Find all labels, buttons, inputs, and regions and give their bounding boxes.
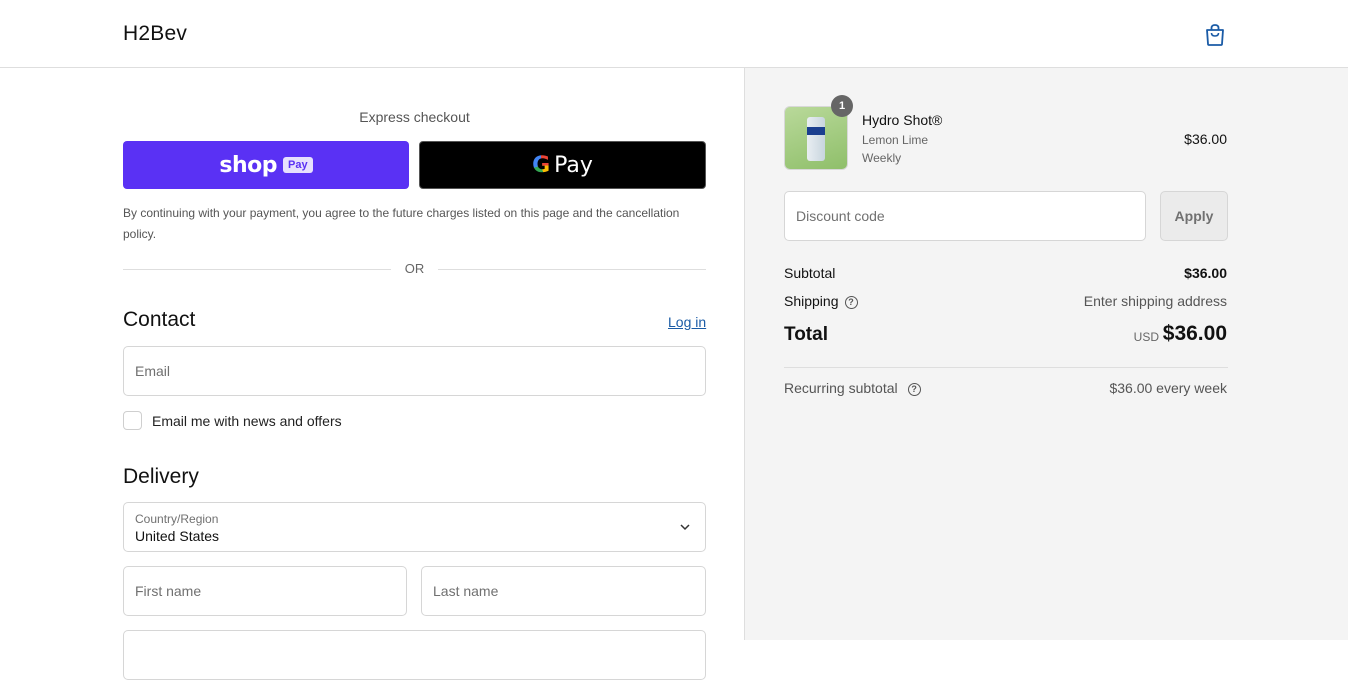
google-g-icon: G bbox=[532, 152, 551, 178]
chevron-down-icon bbox=[680, 524, 690, 531]
first-name-field[interactable] bbox=[123, 566, 407, 616]
total-value: $36.00 bbox=[1162, 322, 1227, 345]
express-checkout-label: Express checkout bbox=[359, 109, 470, 125]
shop-pay-badge: Pay bbox=[283, 157, 313, 173]
log-in-link[interactable]: Log in bbox=[668, 314, 706, 330]
email-field[interactable] bbox=[123, 346, 706, 396]
newsletter-checkbox[interactable] bbox=[123, 411, 142, 430]
total-label: Total bbox=[784, 324, 828, 345]
quantity-badge: 1 bbox=[831, 95, 853, 117]
total-currency: USD bbox=[1133, 330, 1159, 344]
shipping-help-icon[interactable]: ? bbox=[844, 295, 858, 309]
divider-line-right bbox=[438, 269, 706, 270]
product-frequency: Weekly bbox=[862, 151, 902, 165]
first-name-input[interactable] bbox=[124, 567, 406, 615]
product-name: Hydro Shot® bbox=[862, 112, 943, 128]
product-can-label-graphic bbox=[807, 127, 825, 135]
shipping-row-label: Shipping? bbox=[784, 293, 858, 309]
subtotal-label: Subtotal bbox=[784, 265, 836, 281]
google-pay-button[interactable]: G Pay bbox=[419, 141, 706, 189]
country-region-value: United States bbox=[135, 528, 220, 544]
shipping-value: Enter shipping address bbox=[1083, 293, 1227, 309]
product-price: $36.00 bbox=[1184, 131, 1227, 147]
country-region-label: Country/Region bbox=[135, 512, 219, 526]
product-variant: Lemon Lime bbox=[862, 133, 929, 147]
recurring-help-icon[interactable]: ? bbox=[907, 382, 921, 396]
checkout-form-column: Express checkout shop Pay G Pay By conti… bbox=[0, 68, 744, 680]
discount-code-field[interactable] bbox=[784, 191, 1146, 241]
recurring-subtotal-label: Recurring subtotal bbox=[784, 380, 898, 396]
or-divider: OR bbox=[123, 261, 706, 277]
product-can-image bbox=[807, 117, 825, 161]
newsletter-label[interactable]: Email me with news and offers bbox=[152, 413, 342, 429]
recurring-subtotal-value: $36.00 every week bbox=[1109, 380, 1227, 396]
checkout-header: H2Bev bbox=[0, 0, 1348, 68]
contact-heading: Contact bbox=[123, 308, 196, 331]
shop-pay-wordmark: shop bbox=[219, 152, 278, 178]
store-brand[interactable]: H2Bev bbox=[123, 22, 187, 46]
delivery-heading: Delivery bbox=[123, 465, 199, 488]
shipping-label: Shipping bbox=[784, 293, 839, 309]
company-field[interactable] bbox=[123, 630, 706, 680]
email-input[interactable] bbox=[124, 347, 705, 395]
last-name-field[interactable] bbox=[421, 566, 706, 616]
shopping-bag-icon[interactable] bbox=[1204, 23, 1226, 47]
order-summary-column: 1 Hydro Shot® Lemon Lime Weekly $36.00 A… bbox=[744, 68, 1348, 640]
recurring-subtotal-row-label: Recurring subtotal? bbox=[784, 380, 921, 396]
discount-code-input[interactable] bbox=[785, 192, 1145, 240]
last-name-input[interactable] bbox=[422, 567, 705, 615]
summary-divider bbox=[784, 367, 1228, 368]
country-region-select[interactable]: Country/Region United States bbox=[123, 502, 706, 552]
recurring-consent-text: By continuing with your payment, you agr… bbox=[123, 206, 680, 241]
apply-discount-button[interactable]: Apply bbox=[1160, 191, 1228, 241]
google-pay-wordmark: Pay bbox=[554, 152, 593, 178]
shop-pay-button[interactable]: shop Pay bbox=[123, 141, 409, 189]
subtotal-value: $36.00 bbox=[1184, 265, 1227, 281]
